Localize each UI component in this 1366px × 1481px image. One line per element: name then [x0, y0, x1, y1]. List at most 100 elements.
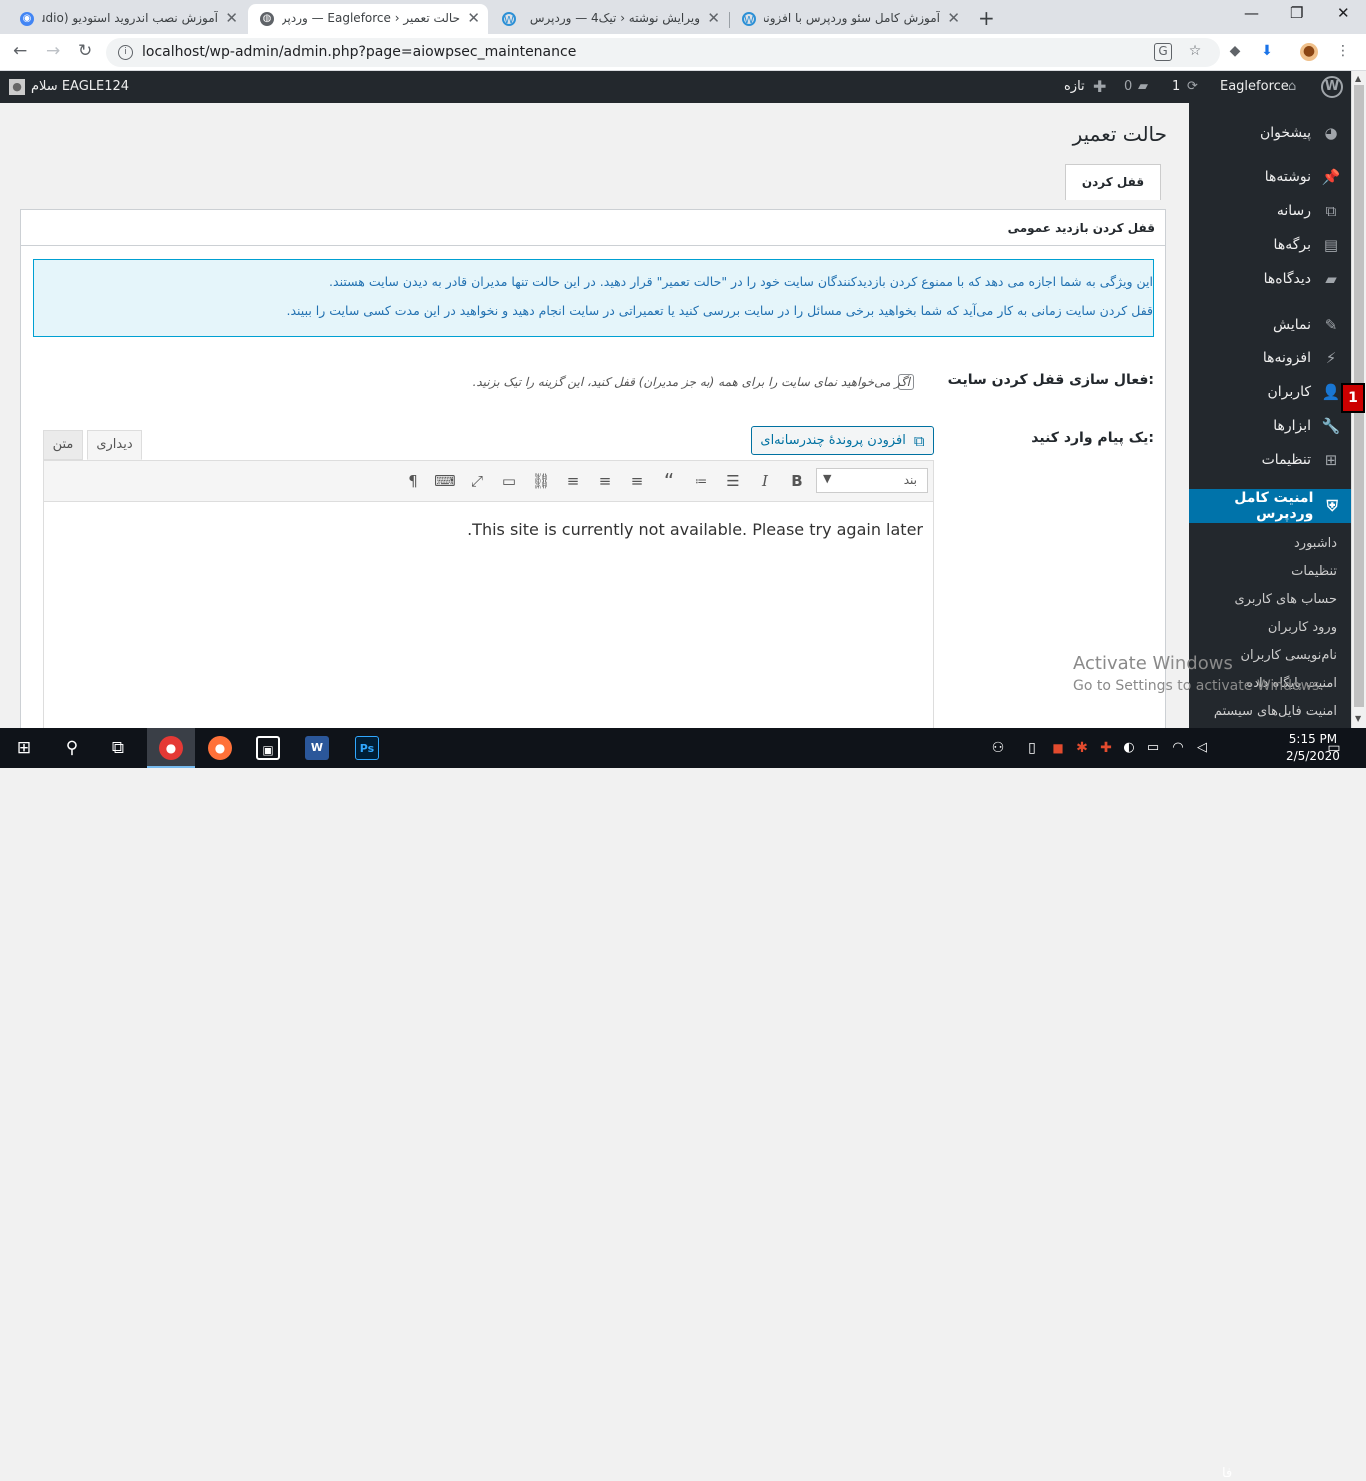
chrome-icon[interactable]: ●	[159, 736, 183, 760]
taskbar-clock[interactable]: 5:15 PM 2/5/2020	[1286, 731, 1340, 765]
photoshop-icon[interactable]: Ps	[355, 736, 379, 760]
blockquote-icon[interactable]: “	[657, 470, 681, 492]
new-content-link[interactable]: تازه	[1064, 79, 1085, 94]
sidebar-item-pages[interactable]: ▤ برگه‌ها	[1274, 233, 1341, 257]
search-icon[interactable]: ⚲	[60, 736, 84, 760]
firefox-icon[interactable]: ●	[208, 736, 232, 760]
sidebar-item-appearance[interactable]: ✎ نمایش	[1273, 313, 1341, 337]
tab-text[interactable]: متن	[43, 430, 83, 460]
battery-icon[interactable]: ▭	[1141, 736, 1165, 760]
toolbar-toggle-icon[interactable]: ⌨	[433, 470, 457, 492]
submenu-user-accounts[interactable]: حساب های کاربری	[1235, 592, 1337, 607]
submenu-user-login[interactable]: ورود کاربران	[1268, 620, 1337, 635]
italic-icon[interactable]: I	[753, 470, 777, 492]
browser-tab-active[interactable]: ◍ حالت تعمیر ‹ Eagleforce — وردپرس ✕	[248, 4, 488, 34]
submenu-dashboard[interactable]: داشبورد	[1294, 536, 1337, 551]
updates-icon[interactable]: ⟳	[1187, 79, 1198, 94]
sidebar-item-label: امنیت کامل وردپرس	[1234, 490, 1314, 522]
sidebar-item-plugins[interactable]: ⚡ افزونه‌ها	[1263, 346, 1341, 370]
tab-visual[interactable]: دیداری	[87, 430, 142, 460]
wordpress-logo-icon[interactable]: W	[1321, 76, 1343, 98]
align-left-icon[interactable]: ≡	[625, 470, 649, 492]
read-more-icon[interactable]: ▭	[497, 470, 521, 492]
word-icon[interactable]: W	[305, 736, 329, 760]
align-center-icon[interactable]: ≡	[593, 470, 617, 492]
close-tab-icon[interactable]: ✕	[467, 9, 480, 27]
close-tab-icon[interactable]: ✕	[947, 9, 960, 27]
volume-icon[interactable]: ◁	[1190, 736, 1214, 760]
app-icon[interactable]: ▣	[256, 736, 280, 760]
wordpress-icon: W	[502, 12, 516, 26]
info-icon[interactable]: i	[118, 45, 133, 60]
bold-icon[interactable]: B	[785, 470, 809, 492]
people-icon[interactable]: ⚇	[986, 736, 1010, 760]
task-view-icon[interactable]: ⧉	[106, 736, 130, 760]
browser-tab[interactable]: W آموزش کامل سئو وردپرس با افزونه ✕	[730, 4, 968, 34]
download-extension-icon[interactable]: ⬇	[1258, 43, 1276, 61]
comments-icon[interactable]: ▰	[1138, 79, 1148, 94]
language-indicator[interactable]: فا	[1222, 1466, 1232, 1481]
home-icon[interactable]: ⌂	[1288, 79, 1296, 94]
side-badge[interactable]: 1	[1341, 383, 1365, 413]
tray-icon[interactable]: ✱	[1070, 736, 1094, 760]
sidebar-item-posts[interactable]: 📌 نوشته‌ها	[1265, 165, 1341, 189]
add-media-button[interactable]: ⧉ افزودن پروندهٔ چندرسانه‌ای	[751, 426, 934, 455]
close-tab-icon[interactable]: ✕	[707, 9, 720, 27]
restore-button[interactable]: ❐	[1290, 4, 1303, 22]
sidebar-item-label: کاربران	[1267, 384, 1311, 400]
submenu-filesystem-security[interactable]: امنیت فایل‌های سیستم	[1214, 704, 1337, 719]
menu-dots-icon[interactable]: ⋮	[1334, 43, 1352, 61]
account-greeting[interactable]: سلام EAGLE124	[31, 79, 129, 94]
minimize-button[interactable]: —	[1244, 4, 1259, 22]
site-name-link[interactable]: Eagleforce	[1220, 79, 1289, 94]
scroll-down-icon[interactable]: ▼	[1355, 714, 1361, 723]
plugin-icon: ⚡	[1325, 349, 1337, 367]
tray-icon[interactable]: ◐	[1117, 736, 1141, 760]
sidebar-item-tools[interactable]: 🔧 ابزارها	[1273, 414, 1341, 438]
new-tab-button[interactable]: +	[978, 6, 995, 30]
extension-icon[interactable]: ◆	[1226, 43, 1244, 61]
address-bar[interactable]: i localhost/wp-admin/admin.php?page=aiow…	[106, 38, 1220, 67]
sidebar-item-media[interactable]: ⧉ رسانه	[1277, 199, 1341, 223]
sidebar-item-users[interactable]: 👤 کاربران	[1268, 380, 1341, 404]
updates-count: 1	[1172, 79, 1181, 94]
windows-start-icon[interactable]: ⊞	[12, 736, 36, 760]
sidebar-item-comments[interactable]: ▰ دیدگاه‌ها	[1264, 267, 1341, 291]
fullscreen-icon[interactable]: ⤢	[465, 470, 489, 492]
back-arrow-icon[interactable]: ←	[13, 41, 27, 61]
link-icon[interactable]: ⛓	[529, 470, 553, 492]
wifi-icon[interactable]: ◠	[1166, 736, 1190, 760]
tray-icon[interactable]: ✚	[1094, 736, 1118, 760]
message-editor[interactable]: This site is currently not available. Pl…	[43, 501, 934, 736]
sidebar-item-label: نمایش	[1272, 317, 1311, 333]
translate-icon[interactable]: G	[1154, 43, 1172, 61]
sidebar-item-settings[interactable]: ⊞ تنظیمات	[1262, 448, 1341, 472]
format-select-value: بند	[903, 473, 917, 487]
forward-arrow-icon[interactable]: →	[46, 41, 60, 61]
sidebar-item-security[interactable]: ⛨ امنیت کامل وردپرس	[1189, 489, 1351, 523]
scroll-up-icon[interactable]: ▲	[1355, 74, 1361, 83]
editor-toolbar: بند ▼ B I ☰ ≔ “ ≡ ≡ ≡ ⛓ ▭ ⤢ ⌨ ¶	[43, 460, 934, 501]
numbered-list-icon[interactable]: ≔	[689, 470, 713, 492]
settings-icon: ⊞	[1324, 451, 1338, 469]
format-select[interactable]: بند ▼	[816, 468, 928, 493]
activate-windows-watermark: Activate Windows Go to Settings to activ…	[1073, 652, 1324, 698]
browser-tab[interactable]: W ویرایش نوشته ‹ تیک4 — وردپرس ✕	[490, 4, 728, 34]
plus-icon[interactable]: ✚	[1093, 77, 1106, 96]
tray-icon[interactable]: ▯	[1020, 736, 1044, 760]
close-tab-icon[interactable]: ✕	[225, 9, 238, 27]
browser-tab[interactable]: ◉ آموزش نصب اندروید استودیو (Studio ✕	[8, 4, 246, 34]
close-window-button[interactable]: ✕	[1337, 4, 1350, 22]
submenu-settings[interactable]: تنظیمات	[1291, 564, 1337, 579]
tab-lock-visits[interactable]: قفل کردن بازدید	[1065, 164, 1161, 223]
reload-icon[interactable]: ↻	[78, 41, 92, 61]
tab-title: حالت تعمیر ‹ Eagleforce — وردپرس	[282, 11, 460, 25]
user-avatar-icon[interactable]: ●	[9, 79, 25, 95]
profile-avatar-icon[interactable]: ●	[1300, 43, 1318, 61]
tray-icon[interactable]: ■	[1046, 736, 1070, 760]
align-right-icon[interactable]: ≡	[561, 470, 585, 492]
bookmark-star-icon[interactable]: ☆	[1186, 43, 1204, 61]
bullet-list-icon[interactable]: ☰	[721, 470, 745, 492]
paragraph-direction-icon[interactable]: ¶	[401, 470, 425, 492]
sidebar-item-dashboard[interactable]: ◕ پیشخوان	[1260, 121, 1341, 145]
